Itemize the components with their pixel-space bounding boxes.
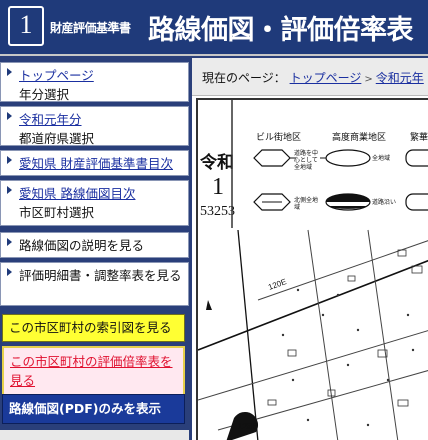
sidebar-item-map-toc-link[interactable]: 愛知県 路線価図目次 — [19, 184, 182, 203]
arrow-right-icon — [7, 268, 12, 276]
breadcrumb-prefix: 現在のページ： — [202, 71, 286, 85]
sidebar-item-top[interactable]: トップページ 年分選択 — [0, 62, 189, 102]
logo-number: 1 — [19, 10, 33, 39]
logo-badge: 1 — [8, 6, 44, 46]
arrow-right-icon — [7, 238, 12, 246]
breadcrumb-separator-icon: > — [364, 74, 373, 85]
pdf-only-button[interactable]: 路線価図(PDF)のみを表示 — [2, 394, 185, 424]
header-subtitle: 財産評価基準書 — [50, 21, 131, 35]
sidebar-item-map-toc[interactable]: 愛知県 路線価図目次 市区町村選択 — [0, 180, 189, 226]
legend-text-roadside: 道路沿い — [372, 199, 397, 206]
sidebar-nav: トップページ 年分選択 令和元年分 都道府県選択 愛知県 財産評価基準書目次 愛… — [0, 58, 190, 440]
sidebar-item-year-link[interactable]: 令和元年分 — [19, 110, 182, 129]
arrow-right-icon — [7, 68, 12, 76]
multiplier-table-button[interactable]: この市区町村の評価倍率表を見る — [2, 346, 185, 396]
site-header: 1 財産評価基準書 路線価図・評価倍率表 — [0, 0, 428, 56]
sidebar-bottom-strip — [0, 430, 189, 440]
sidebar-item-map-help-label[interactable]: 路線価図の説明を見る — [19, 236, 182, 255]
breadcrumb-link-year[interactable]: 令和元年 — [376, 71, 424, 85]
sidebar-item-map-help[interactable]: 路線価図の説明を見る — [0, 232, 189, 258]
sidebar-item-year-sub: 都道府県選択 — [19, 131, 95, 146]
arrow-right-icon — [7, 186, 12, 194]
route-price-map[interactable]: ビル街地区 高度商業地区 繁華 令和 1 53253 道路を中心として全地域 全… — [196, 98, 428, 440]
page-title: 路線価図・評価倍率表 — [148, 15, 414, 46]
sidebar-item-top-sub: 年分選択 — [19, 87, 70, 102]
main-content: 現在のページ： トップページ > 令和元年 ビル街地区 高度商業地区 繁華 令和 1… — [192, 58, 428, 440]
sidebar-item-statement[interactable]: 評価明細書・調整率表を見る — [0, 262, 189, 306]
arrow-right-icon — [7, 112, 12, 120]
sidebar-item-statement-label[interactable]: 評価明細書・調整率表を見る — [19, 266, 182, 285]
sidebar-item-year[interactable]: 令和元年分 都道府県選択 — [0, 106, 189, 146]
sidebar-item-top-link[interactable]: トップページ — [19, 66, 182, 85]
sidebar-item-map-toc-sub: 市区町村選択 — [19, 205, 95, 220]
breadcrumb-link-top[interactable]: トップページ — [290, 71, 362, 85]
legend-text-north: 北側全地域 — [294, 197, 319, 211]
route-label-125e: 125E — [238, 422, 257, 431]
legend-text-all-area: 全地域 — [372, 155, 391, 162]
arrow-right-icon — [7, 156, 12, 164]
legend-text-road-center: 道路を中心として全地域 — [294, 150, 319, 171]
sidebar-item-toc-link[interactable]: 愛知県 財産評価基準書目次 — [19, 154, 182, 173]
index-map-button[interactable]: この市区町村の索引図を見る — [2, 314, 185, 342]
breadcrumb: 現在のページ： トップページ > 令和元年 — [192, 58, 428, 96]
sidebar-item-toc[interactable]: 愛知県 財産評価基準書目次 — [0, 150, 189, 176]
